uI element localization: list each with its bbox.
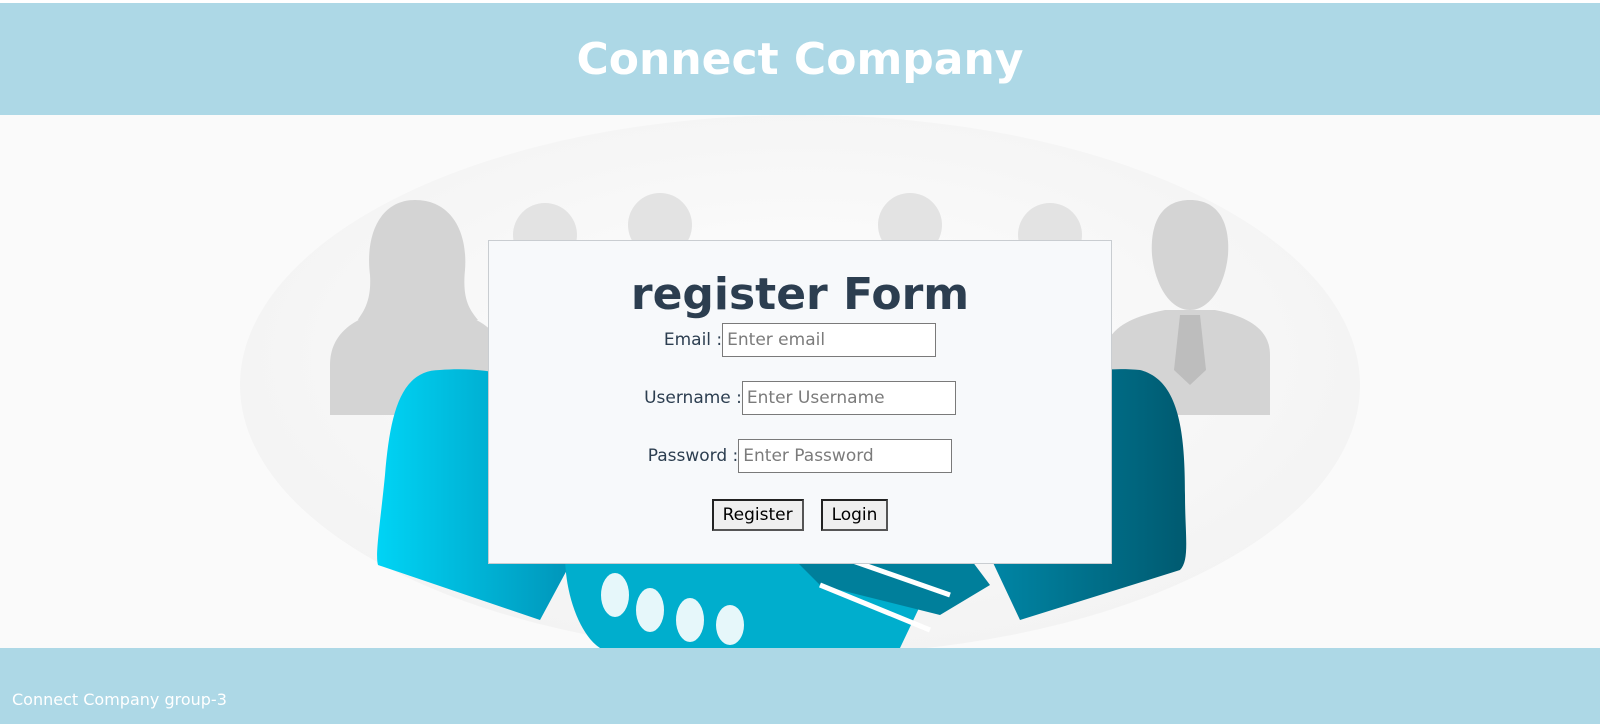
username-input[interactable] bbox=[741, 381, 956, 415]
password-input[interactable] bbox=[738, 439, 953, 473]
site-footer: Connect Company group-3 bbox=[0, 648, 1600, 724]
footer-text: Connect Company group-3 bbox=[12, 690, 227, 709]
form-buttons: Register Login bbox=[711, 499, 889, 531]
form-title: register Form bbox=[630, 269, 970, 320]
email-input[interactable] bbox=[722, 323, 937, 357]
email-label: Email : bbox=[663, 330, 723, 350]
password-row: Password : bbox=[648, 439, 953, 473]
email-row: Email : bbox=[663, 323, 937, 357]
register-button[interactable]: Register bbox=[711, 499, 804, 531]
username-label: Username : bbox=[644, 388, 742, 408]
site-title: Connect Company bbox=[576, 33, 1024, 85]
username-row: Username : bbox=[644, 381, 956, 415]
site-header: Connect Company bbox=[0, 3, 1600, 115]
password-label: Password : bbox=[647, 446, 739, 466]
register-form: register Form Email : Username : Passwor… bbox=[488, 240, 1112, 564]
login-button[interactable]: Login bbox=[820, 499, 889, 531]
